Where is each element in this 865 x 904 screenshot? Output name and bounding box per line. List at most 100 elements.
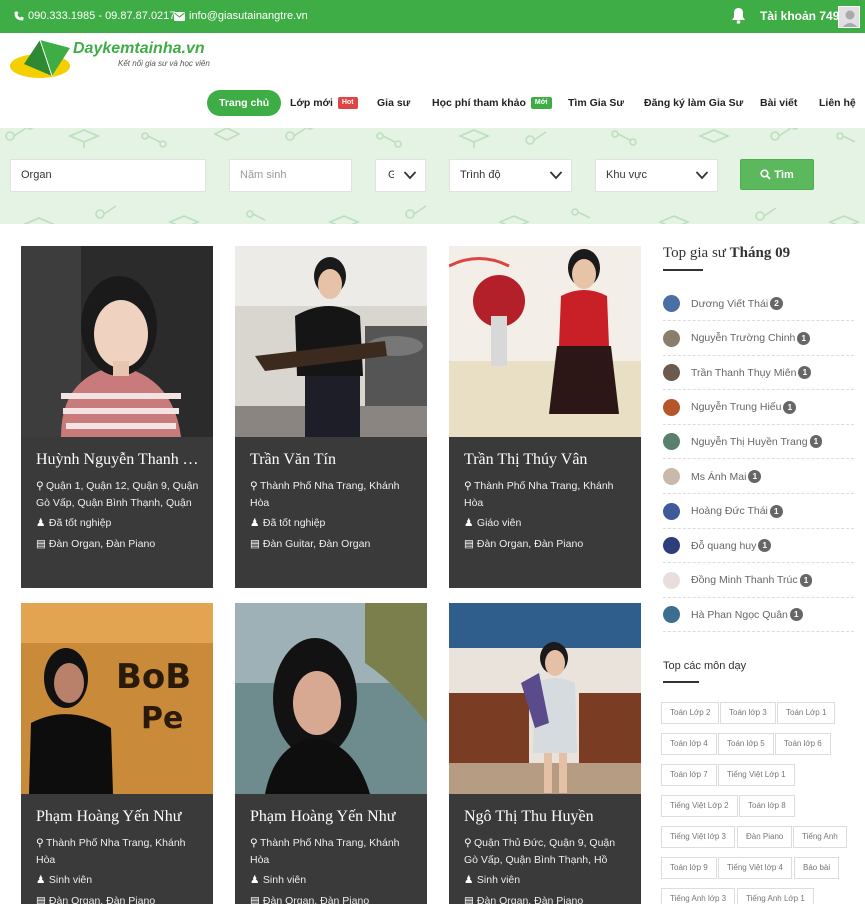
tutor-photo[interactable] bbox=[235, 603, 427, 794]
top-tutor-name[interactable]: Nguyễn Thị Huyền Trang bbox=[691, 436, 808, 448]
user-avatar[interactable] bbox=[838, 6, 860, 28]
email-address: info@giasutainangtre.vn bbox=[189, 10, 308, 22]
map-marker-icon: ⚲ bbox=[250, 837, 258, 849]
nav-register-tutor[interactable]: Đăng ký làm Gia Sư bbox=[644, 90, 743, 116]
tutor-card[interactable]: Trần Văn Tín ⚲ Thành Phố Nha Trang, Khánh… bbox=[235, 246, 427, 588]
tutor-name[interactable]: Phạm Hoàng Yến Như bbox=[36, 808, 201, 826]
nav-tuition-fees[interactable]: Học phí tham khảo Mới bbox=[432, 90, 552, 116]
nav-articles[interactable]: Bài viết bbox=[760, 90, 797, 116]
top-tutor-item[interactable]: Nguyễn Trung Hiếu 1 bbox=[663, 391, 854, 425]
site-logo[interactable]: Daykemtainha.vn Kết nối gia sư và học vi… bbox=[10, 38, 220, 80]
tutor-name[interactable]: Ngô Thị Thu Huyền bbox=[464, 808, 629, 826]
subject-tag[interactable]: Đàn Piano bbox=[737, 826, 793, 848]
tutor-avatar[interactable] bbox=[663, 329, 680, 347]
subject-tag[interactable]: Toán lớp 5 bbox=[718, 733, 774, 755]
subject-tag[interactable]: Tiếng Anh lớp 3 bbox=[661, 888, 736, 904]
subject-tag[interactable]: Toán lớp 9 bbox=[661, 857, 717, 879]
top-tutor-name[interactable]: Hà Phan Ngọc Quân bbox=[691, 609, 788, 621]
tutor-avatar[interactable] bbox=[663, 364, 680, 382]
top-tutor-name[interactable]: Ms Ánh Mai bbox=[691, 471, 746, 483]
top-tutor-item[interactable]: Nguyễn Thị Huyền Trang 1 bbox=[663, 425, 854, 460]
subject-tag[interactable]: Tiếng Việt lớp 3 bbox=[661, 826, 735, 848]
subject-tag[interactable]: Tiếng Việt Lớp 1 bbox=[718, 764, 795, 786]
tutor-name[interactable]: Trần Thị Thúy Vân bbox=[464, 451, 629, 469]
subject-tag[interactable]: Tiếng Anh bbox=[793, 826, 847, 848]
notification-bell-icon[interactable] bbox=[731, 7, 746, 27]
subject-tag[interactable]: Toán Lớp 2 bbox=[661, 702, 720, 724]
top-tutor-name[interactable]: Nguyễn Trung Hiếu bbox=[691, 401, 781, 413]
nav-contact[interactable]: Liên hệ bbox=[819, 90, 856, 116]
tutor-avatar[interactable] bbox=[663, 468, 680, 485]
nav-find-tutor-label: Tìm Gia Sư bbox=[568, 97, 625, 109]
top-tutor-item[interactable]: Đỗ quang huy 1 bbox=[663, 529, 854, 564]
account-menu[interactable]: Tài khoản 7497 bbox=[760, 9, 846, 23]
search-button[interactable]: Tìm bbox=[740, 159, 814, 190]
subject-tag[interactable]: Toán lớp 7 bbox=[661, 764, 717, 786]
birth-year-input[interactable]: Năm sinh bbox=[229, 159, 352, 192]
search-band: Organ Năm sinh G Trình độ Khu vực Tìm bbox=[0, 128, 865, 224]
tutor-name[interactable]: Huỳnh Nguyễn Thanh Thảo bbox=[36, 451, 201, 469]
phone-contact[interactable]: 090.333.1985 - 09.87.87.0217 bbox=[14, 10, 175, 22]
top-tutor-item[interactable]: Hà Phan Ngọc Quân 1 bbox=[663, 598, 854, 633]
svg-text:Pe: Pe bbox=[141, 701, 183, 736]
nav-find-tutor[interactable]: Tìm Gia Sư bbox=[568, 90, 624, 116]
tutor-avatar[interactable] bbox=[663, 398, 680, 416]
top-tutor-name[interactable]: Dương Viết Thái bbox=[691, 298, 768, 310]
subject-tag[interactable]: Báo bài bbox=[794, 857, 840, 879]
tutor-avatar[interactable] bbox=[663, 606, 680, 624]
top-tutor-name[interactable]: Trần Thanh Thụy Miên bbox=[691, 367, 796, 379]
tutor-card[interactable]: Huỳnh Nguyễn Thanh Thảo ⚲ Quận 1, Quận 12… bbox=[21, 246, 213, 588]
tutor-avatar[interactable] bbox=[663, 537, 680, 555]
top-tutor-name[interactable]: Nguyễn Trường Chinh bbox=[691, 332, 795, 344]
tutor-count-badge: 1 bbox=[798, 366, 812, 380]
tutor-subjects: ▤ Đàn Organ, Đàn Piano bbox=[250, 893, 415, 904]
tutor-photo[interactable] bbox=[449, 246, 641, 437]
subject-tag[interactable]: Toán lớp 4 bbox=[661, 733, 717, 755]
nav-home[interactable]: Trang chủ bbox=[207, 90, 282, 116]
subject-tag[interactable]: Toán lớp 8 bbox=[739, 795, 795, 817]
search-button-label: Tìm bbox=[774, 168, 794, 181]
top-tutor-name[interactable]: Hoàng Đức Thái bbox=[691, 505, 768, 517]
subject-tag[interactable]: Toán lớp 6 bbox=[775, 733, 831, 755]
top-tutor-item[interactable]: Nguyễn Trường Chinh 1 bbox=[663, 322, 854, 356]
top-tutor-item[interactable]: Hoàng Đức Thái 1 bbox=[663, 495, 854, 529]
gender-select[interactable]: G bbox=[375, 159, 426, 192]
subject-tag[interactable]: Toán Lớp 1 bbox=[777, 702, 836, 724]
top-tutor-item[interactable]: Ms Ánh Mai 1 bbox=[663, 460, 854, 494]
level-select[interactable]: Trình độ bbox=[449, 159, 572, 192]
nav-tutors[interactable]: Gia sư bbox=[377, 90, 410, 116]
tutor-avatar[interactable] bbox=[663, 571, 680, 589]
tutor-avatar[interactable] bbox=[663, 433, 680, 451]
subject-tag[interactable]: Tiếng Việt lớp 4 bbox=[718, 857, 792, 879]
keyword-input[interactable]: Organ bbox=[10, 159, 206, 192]
tutor-status: ♟ Đã tốt nghiệp bbox=[36, 515, 201, 532]
tutor-card[interactable]: BoB Pe Phạm Hoàng Yến Như ⚲ Thành Phố Nha… bbox=[21, 603, 213, 904]
tutor-card[interactable]: Ngô Thị Thu Huyền ⚲ Quận Thủ Đức, Quận 9,… bbox=[449, 603, 641, 904]
tutor-address-text: Quận Thủ Đức, Quận 9, Quận Gò Vấp, Quận … bbox=[464, 837, 616, 866]
top-tutor-item[interactable]: Trần Thanh Thụy Miên 1 bbox=[663, 356, 854, 391]
top-tutor-name[interactable]: Đỗ quang huy bbox=[691, 540, 756, 552]
area-select[interactable]: Khu vực bbox=[595, 159, 718, 192]
tutor-avatar[interactable] bbox=[663, 295, 680, 312]
subject-tag[interactable]: Tiếng Việt Lớp 2 bbox=[661, 795, 738, 817]
tutor-name[interactable]: Trần Văn Tín bbox=[250, 451, 415, 469]
top-tutors-title-month: Tháng 09 bbox=[729, 245, 791, 261]
top-tutor-name[interactable]: Đồng Minh Thanh Trúc bbox=[691, 574, 798, 586]
subject-tag[interactable]: Tiếng Anh Lớp 1 bbox=[737, 888, 814, 904]
tutor-photo[interactable] bbox=[235, 246, 427, 437]
top-tutor-item[interactable]: Dương Viết Thái 2 bbox=[663, 287, 854, 321]
tutor-address: ⚲ Thành Phố Nha Trang, Khánh Hòa bbox=[36, 835, 201, 869]
nav-new-classes[interactable]: Lớp mới Hot bbox=[290, 90, 358, 116]
subject-tag[interactable]: Toán lớp 3 bbox=[720, 702, 776, 724]
tutor-photo[interactable]: BoB Pe bbox=[21, 603, 213, 794]
email-contact[interactable]: info@giasutainangtre.vn bbox=[174, 10, 308, 22]
tutor-card[interactable]: Phạm Hoàng Yến Như ⚲ Thành Phố Nha Trang,… bbox=[235, 603, 427, 904]
tutor-subjects: ▤ Đàn Organ, Đàn Piano bbox=[464, 893, 629, 904]
nav-contact-label: Liên hệ bbox=[819, 97, 856, 109]
tutor-photo[interactable] bbox=[21, 246, 213, 437]
tutor-card[interactable]: Trần Thị Thúy Vân ⚲ Thành Phố Nha Trang, … bbox=[449, 246, 641, 588]
tutor-avatar[interactable] bbox=[663, 502, 680, 520]
tutor-name[interactable]: Phạm Hoàng Yến Như bbox=[250, 808, 415, 826]
top-tutor-item[interactable]: Đồng Minh Thanh Trúc 1 bbox=[663, 564, 854, 598]
tutor-photo[interactable] bbox=[449, 603, 641, 794]
